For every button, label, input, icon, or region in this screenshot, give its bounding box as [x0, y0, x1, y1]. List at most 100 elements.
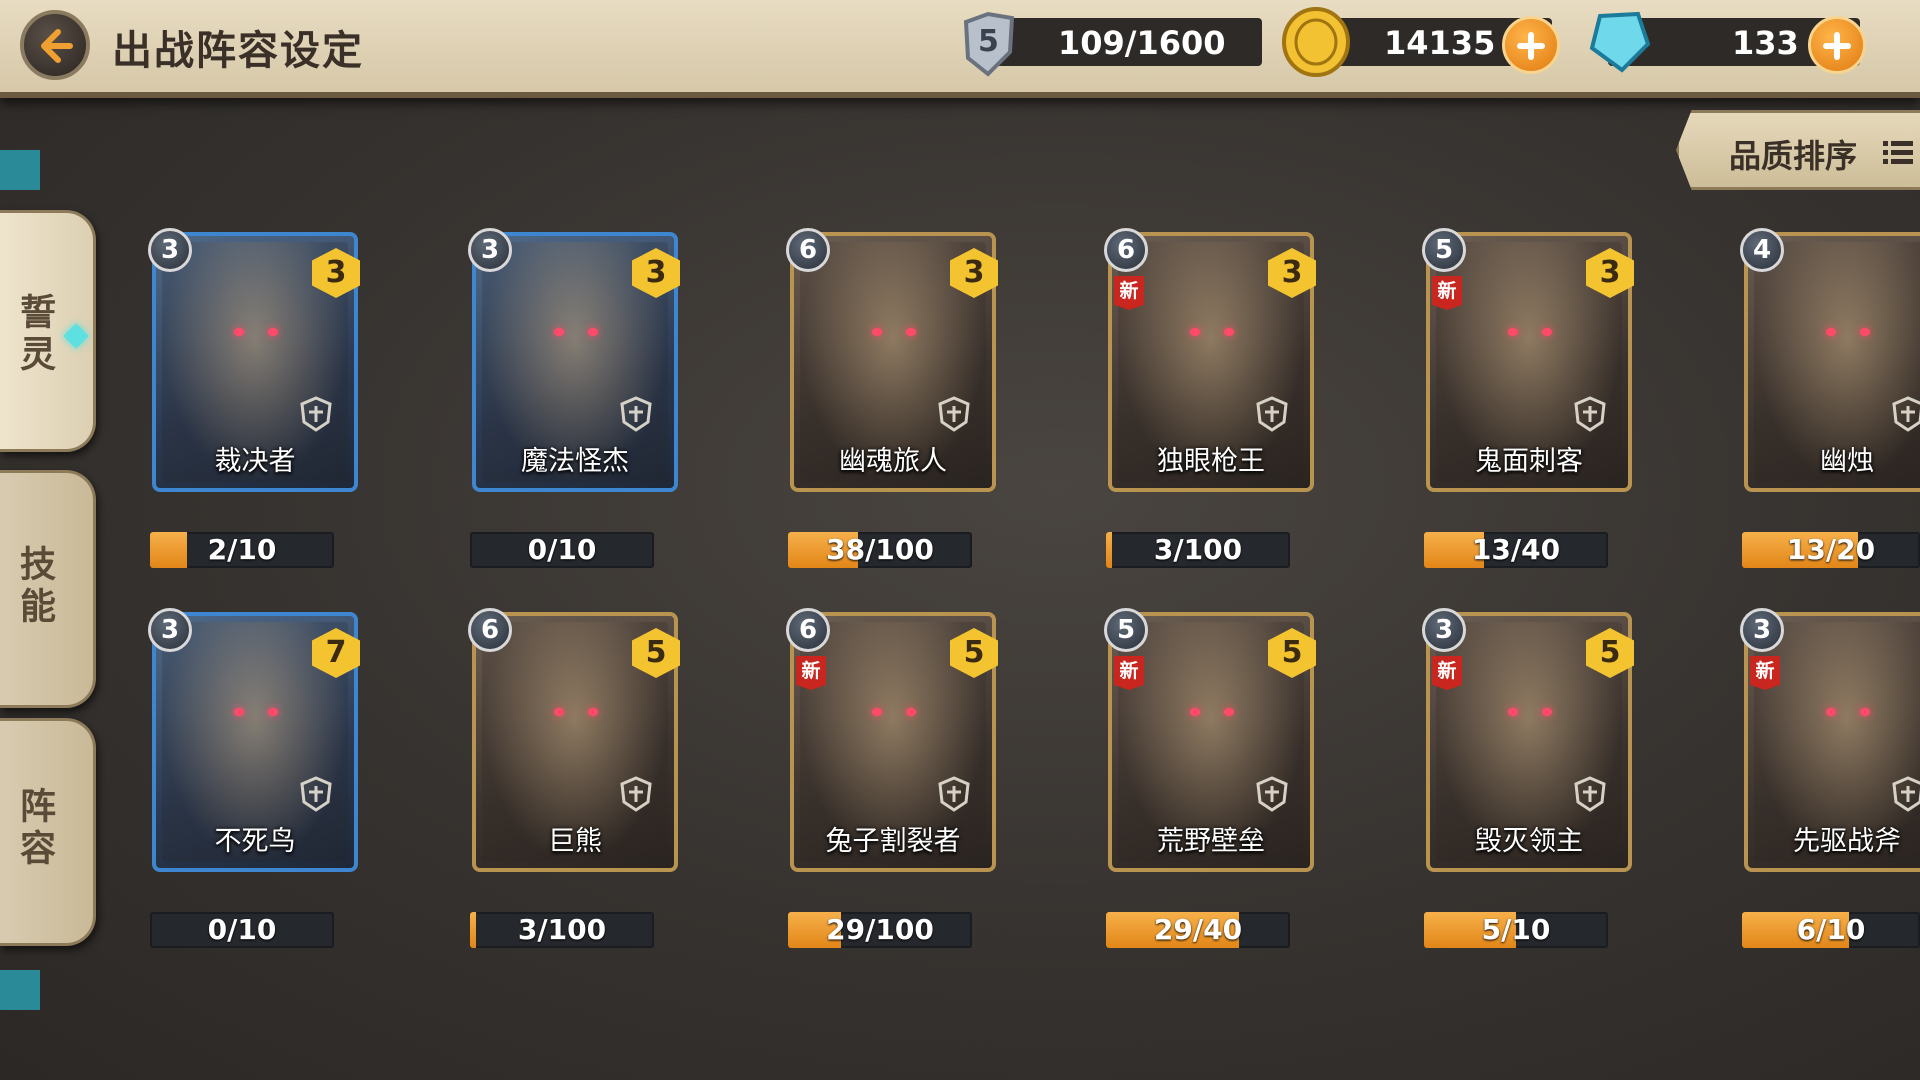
- hero-fragment-progress: 3/100: [470, 912, 654, 948]
- hero-star-level: 3: [1740, 608, 1784, 652]
- progress-text: 13/40: [1471, 533, 1561, 566]
- progress-text: 2/10: [207, 533, 277, 566]
- hero-name: 幽魂旅人: [839, 446, 947, 477]
- new-tag: 新: [1114, 276, 1144, 310]
- hero-name: 独眼枪王: [1157, 446, 1265, 477]
- left-ornament-top: [0, 150, 40, 190]
- gem-value: 133: [1732, 24, 1799, 62]
- hero-fragment-progress: 13/40: [1424, 532, 1608, 568]
- level-shield-icon: 5: [956, 8, 1020, 77]
- tab-lineup[interactable]: 阵容: [0, 718, 96, 946]
- progress-text: 29/100: [826, 913, 934, 946]
- diamond-icon: [1586, 8, 1651, 73]
- hero-class-icon: [1570, 774, 1610, 814]
- add-gold-button[interactable]: [1502, 16, 1560, 74]
- arrow-left-icon: [41, 29, 73, 63]
- new-tag: 新: [796, 656, 826, 690]
- progress-text: 13/20: [1786, 533, 1876, 566]
- level-value: 5: [978, 24, 999, 59]
- hero-eyes: [234, 708, 278, 716]
- hero-star-level: 6: [1104, 228, 1148, 272]
- progress-text: 0/10: [527, 533, 597, 566]
- hero-fragment-progress: 29/40: [1106, 912, 1290, 948]
- hero-eyes: [554, 708, 598, 716]
- hero-eyes: [1508, 328, 1552, 336]
- hero-eyes: [1508, 708, 1552, 716]
- hero-name: 荒野壁垒: [1157, 826, 1265, 857]
- top-bar: 出战阵容设定 109/1600 5 14135 133: [0, 0, 1920, 98]
- hero-eyes: [872, 328, 916, 336]
- hero-eyes: [1190, 328, 1234, 336]
- hero-fragment-progress: 13/20: [1742, 532, 1920, 568]
- tab-heroes-label: 誓灵: [14, 293, 55, 377]
- progress-text: 5/10: [1481, 913, 1551, 946]
- new-tag: 新: [1432, 276, 1462, 310]
- new-tag: 新: [1750, 656, 1780, 690]
- hero-star-level: 5: [1422, 228, 1466, 272]
- hero-name: 幽烛: [1820, 446, 1874, 477]
- tab-heroes[interactable]: 誓灵: [0, 210, 96, 452]
- hero-class-icon: [1570, 394, 1610, 434]
- hero-fragment-progress: 38/100: [788, 532, 972, 568]
- experience-display: 109/1600: [990, 18, 1262, 66]
- hero-name: 魔法怪杰: [521, 446, 629, 477]
- hero-name: 裁决者: [214, 446, 296, 477]
- hero-star-level: 6: [786, 608, 830, 652]
- hero-card[interactable]: 先驱战斧: [1744, 612, 1920, 872]
- progress-text: 3/100: [1153, 533, 1243, 566]
- tab-lineup-label: 阵容: [14, 787, 55, 871]
- hero-star-level: 3: [1422, 608, 1466, 652]
- hero-class-icon: [616, 774, 656, 814]
- hero-name: 毁灭领主: [1475, 826, 1583, 857]
- hero-name: 先驱战斧: [1793, 826, 1901, 857]
- progress-text: 6/10: [1796, 913, 1866, 946]
- new-tag: 新: [1432, 656, 1462, 690]
- hero-star-level: 4: [1740, 228, 1784, 272]
- experience-value: 109/1600: [1058, 24, 1226, 62]
- hero-name: 巨熊: [548, 826, 602, 857]
- hero-name: 不死鸟: [214, 826, 296, 857]
- gold-value: 14135: [1384, 24, 1496, 62]
- hero-name: 鬼面刺客: [1475, 446, 1583, 477]
- sort-button[interactable]: 品质排序: [1676, 110, 1920, 190]
- hero-class-icon: [1252, 394, 1292, 434]
- hero-fragment-progress: 6/10: [1742, 912, 1920, 948]
- hero-card[interactable]: 幽烛: [1744, 232, 1920, 492]
- progress-text: 38/100: [826, 533, 934, 566]
- progress-text: 3/100: [517, 913, 607, 946]
- tab-skills-label: 技能: [14, 545, 55, 629]
- hero-eyes: [1826, 328, 1870, 336]
- hero-eyes: [234, 328, 278, 336]
- gold-coin-icon: [1280, 6, 1350, 77]
- hero-class-icon: [1888, 394, 1920, 434]
- hero-fragment-progress: 29/100: [788, 912, 972, 948]
- hero-fragment-progress: 3/100: [1106, 532, 1290, 568]
- page-title: 出战阵容设定: [112, 28, 364, 74]
- hero-class-icon: [296, 774, 336, 814]
- list-icon: [1883, 141, 1913, 164]
- new-tag: 新: [1114, 656, 1144, 690]
- hero-star-level: 3: [468, 228, 512, 272]
- hero-eyes: [1826, 708, 1870, 716]
- hero-fragment-progress: 2/10: [150, 532, 334, 568]
- hero-class-icon: [1888, 774, 1920, 814]
- progress-text: 29/40: [1153, 913, 1243, 946]
- tab-skills[interactable]: 技能: [0, 470, 96, 708]
- sort-label: 品质排序: [1729, 137, 1858, 175]
- hero-fragment-progress: 0/10: [470, 532, 654, 568]
- hero-name: 兔子割裂者: [825, 826, 961, 857]
- hero-eyes: [872, 708, 916, 716]
- hero-class-icon: [616, 394, 656, 434]
- tab-active-gem-icon: [63, 323, 89, 349]
- left-ornament-bottom: [0, 970, 40, 1010]
- hero-star-level: 5: [1104, 608, 1148, 652]
- hero-class-icon: [934, 774, 974, 814]
- back-button[interactable]: [20, 10, 90, 80]
- hero-star-level: 6: [786, 228, 830, 272]
- hero-eyes: [554, 328, 598, 336]
- add-gem-button[interactable]: [1808, 16, 1866, 74]
- hero-class-icon: [296, 394, 336, 434]
- hero-star-level: 3: [148, 608, 192, 652]
- hero-fragment-progress: 5/10: [1424, 912, 1608, 948]
- hero-fragment-progress: 0/10: [150, 912, 334, 948]
